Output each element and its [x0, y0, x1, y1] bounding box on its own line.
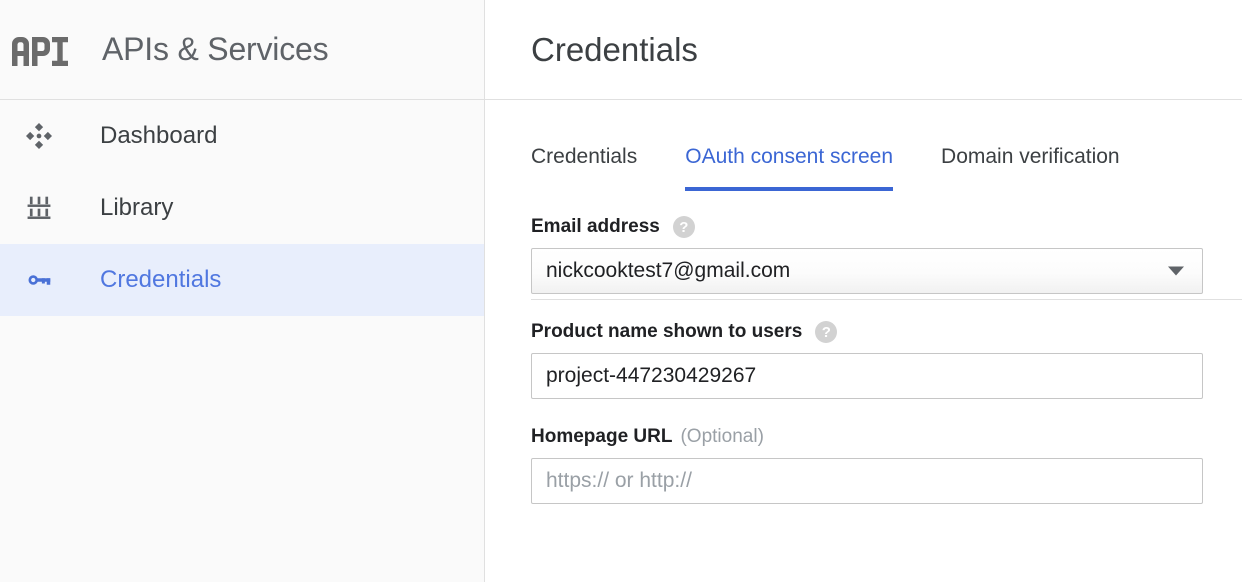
app-root: APIs & Services Dashboard	[0, 0, 1242, 582]
homepage-url-label: Homepage URL	[531, 426, 672, 448]
library-shelves-icon	[22, 191, 56, 225]
tab-list: Credentials OAuth consent screen Domain …	[531, 145, 1242, 191]
field-homepage-url: Homepage URL (Optional)	[531, 426, 1212, 504]
email-address-value: nickcooktest7@gmail.com	[546, 259, 790, 283]
product-name-label-row: Product name shown to users ?	[531, 321, 1212, 343]
field-email-address: Email address ? nickcooktest7@gmail.com	[531, 216, 1212, 294]
spacer	[531, 399, 1212, 426]
sidebar-nav: Dashboard	[0, 100, 484, 316]
page-title: Credentials	[531, 31, 698, 69]
product-name-label: Product name shown to users	[531, 321, 802, 343]
sidebar-item-library[interactable]: Library	[0, 172, 484, 244]
homepage-url-input[interactable]	[531, 458, 1203, 504]
email-address-label: Email address	[531, 216, 660, 238]
tab-credentials[interactable]: Credentials	[531, 145, 637, 191]
email-address-label-row: Email address ?	[531, 216, 1212, 238]
tabs-container: Credentials OAuth consent screen Domain …	[485, 100, 1242, 191]
main-header: Credentials	[485, 0, 1242, 100]
sidebar-header: APIs & Services	[0, 0, 484, 100]
tabs-divider	[531, 299, 1242, 300]
brand-title: APIs & Services	[102, 31, 328, 68]
sidebar-item-label: Dashboard	[100, 122, 217, 150]
key-icon	[22, 263, 56, 297]
help-icon[interactable]: ?	[673, 216, 695, 238]
dashboard-diamond-icon	[22, 119, 56, 153]
product-name-input[interactable]	[531, 353, 1203, 399]
tab-domain-verification[interactable]: Domain verification	[941, 145, 1120, 191]
homepage-url-optional-tag: (Optional)	[680, 426, 763, 448]
sidebar-item-label: Credentials	[100, 266, 221, 294]
sidebar: APIs & Services Dashboard	[0, 0, 485, 582]
main-content: Credentials Credentials OAuth consent sc…	[485, 0, 1242, 582]
oauth-consent-form: Email address ? nickcooktest7@gmail.com …	[485, 191, 1242, 504]
sidebar-item-label: Library	[100, 194, 173, 222]
api-logo-icon	[8, 30, 72, 70]
chevron-down-icon	[1168, 267, 1184, 276]
tab-oauth-consent-screen[interactable]: OAuth consent screen	[685, 145, 893, 191]
homepage-url-label-row: Homepage URL (Optional)	[531, 426, 1212, 448]
email-address-select[interactable]: nickcooktest7@gmail.com	[531, 248, 1203, 294]
sidebar-item-credentials[interactable]: Credentials	[0, 244, 484, 316]
help-icon[interactable]: ?	[815, 321, 837, 343]
field-product-name: Product name shown to users ?	[531, 321, 1212, 399]
sidebar-item-dashboard[interactable]: Dashboard	[0, 100, 484, 172]
